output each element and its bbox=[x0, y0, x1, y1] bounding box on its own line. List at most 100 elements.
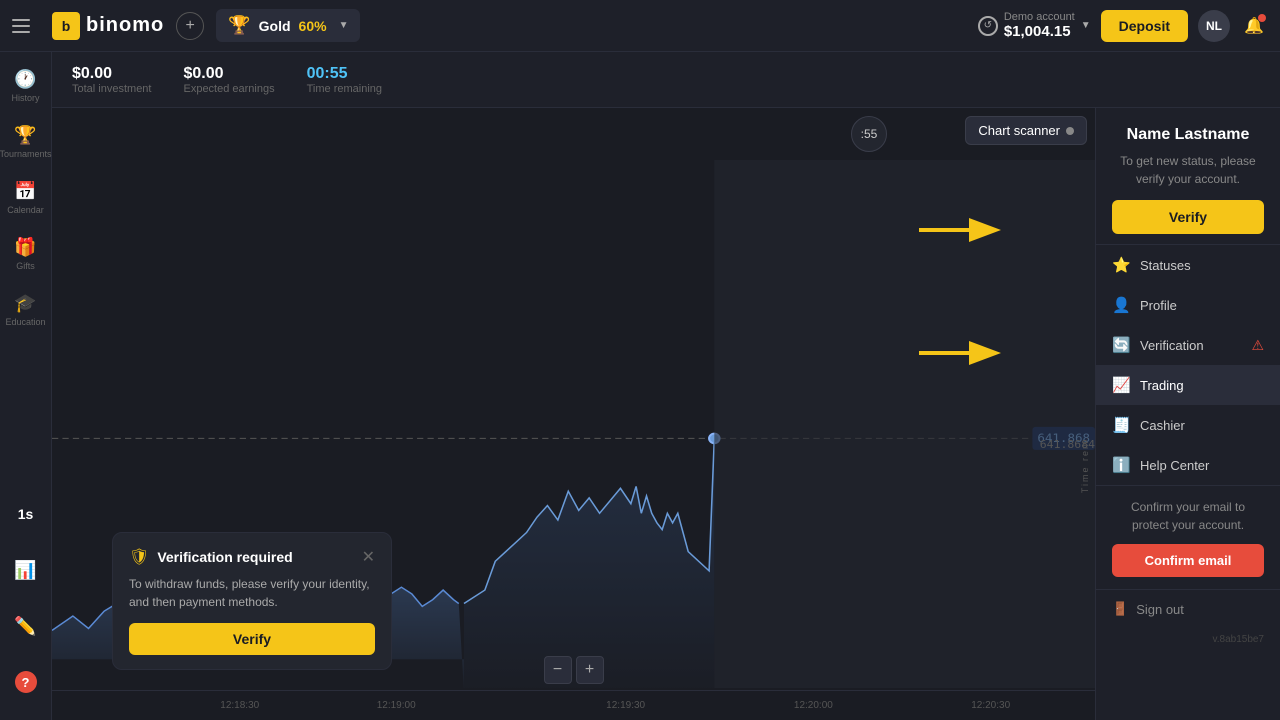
dropdown-item-cashier[interactable]: 🧾 Cashier bbox=[1096, 405, 1280, 445]
time-label-4: 12:20:00 bbox=[794, 700, 833, 711]
profile-icon: 👤 bbox=[1112, 296, 1130, 314]
indicators-button[interactable]: 📊 bbox=[4, 544, 48, 596]
profile-label: Profile bbox=[1140, 298, 1177, 313]
sidebar-label-calendar: Calendar bbox=[7, 205, 44, 215]
signout-label: Sign out bbox=[1136, 602, 1184, 617]
dropdown-item-help-center[interactable]: ℹ️ Help Center bbox=[1096, 445, 1280, 485]
dropdown-verify-button[interactable]: Verify bbox=[1112, 200, 1264, 234]
time-label-2: 12:19:00 bbox=[377, 700, 416, 711]
expected-earnings-value: $0.00 bbox=[183, 65, 274, 83]
time-label-3: 12:19:30 bbox=[606, 700, 645, 711]
avatar[interactable]: NL bbox=[1198, 10, 1230, 42]
dropdown-username: Name Lastname bbox=[1112, 126, 1264, 144]
email-section-text: Confirm your email to protect your accou… bbox=[1112, 498, 1264, 534]
account-amount: $1,004.15 bbox=[1004, 23, 1075, 40]
signout-icon: 🚪 bbox=[1112, 601, 1128, 617]
arrow-top bbox=[915, 213, 1005, 252]
warning-icon: ⚠ bbox=[1251, 337, 1264, 354]
dropdown-item-profile[interactable]: 👤 Profile bbox=[1096, 285, 1280, 325]
trophy-icon: 🏆 bbox=[14, 125, 36, 146]
email-section: Confirm your email to protect your accou… bbox=[1096, 485, 1280, 589]
total-investment-label: Total investment bbox=[72, 83, 151, 95]
demo-icon: ↺ bbox=[978, 16, 998, 36]
trading-label: Trading bbox=[1140, 378, 1184, 393]
asset-name: Gold bbox=[259, 18, 291, 34]
stat-time-remaining: 00:55 Time remaining bbox=[307, 65, 382, 95]
dropdown-item-statuses[interactable]: ⭐ Statuses bbox=[1096, 245, 1280, 285]
time-axis: 12:18:30 12:19:00 12:19:30 12:20:00 12:2… bbox=[52, 690, 1095, 720]
notifications-button[interactable]: 🔔 bbox=[1240, 12, 1268, 40]
chart-bar-icon: 📊 bbox=[14, 560, 36, 581]
stat-expected-earnings: $0.00 Expected earnings bbox=[183, 65, 274, 95]
chart-scanner-label: Chart scanner bbox=[978, 123, 1060, 138]
stat-total-investment: $0.00 Total investment bbox=[72, 65, 151, 95]
drawing-tools-button[interactable]: ✏️ bbox=[4, 600, 48, 652]
main-layout: 🕐 History 🏆 Tournaments 📅 Calendar 🎁 Gif… bbox=[0, 52, 1280, 720]
top-navigation: b binomo + 🏆 Gold 60% ▼ ↺ Demo account $… bbox=[0, 0, 1280, 52]
time-label-1: 12:18:30 bbox=[220, 700, 259, 711]
zoom-controls: − + bbox=[544, 656, 604, 684]
trading-icon: 📈 bbox=[1112, 376, 1130, 394]
left-sidebar: 🕐 History 🏆 Tournaments 📅 Calendar 🎁 Gif… bbox=[0, 52, 52, 720]
cashier-label: Cashier bbox=[1140, 418, 1185, 433]
chevron-down-icon-account: ▼ bbox=[1081, 20, 1091, 31]
arrow-bottom bbox=[915, 336, 1005, 375]
asset-icon: 🏆 bbox=[228, 15, 250, 36]
toast-header: 🛡 Verification required ✕ bbox=[129, 547, 375, 567]
chart-scanner-button[interactable]: Chart scanner bbox=[965, 116, 1087, 145]
notification-badge bbox=[1258, 14, 1266, 22]
chart-scanner-dot bbox=[1066, 127, 1074, 135]
timeframe-label: 1s bbox=[18, 506, 34, 522]
gift-icon: 🎁 bbox=[14, 237, 36, 258]
logo-text: binomo bbox=[86, 14, 164, 37]
sidebar-label-history: History bbox=[11, 93, 39, 103]
deposit-button[interactable]: Deposit bbox=[1101, 10, 1188, 42]
dropdown-item-verification[interactable]: 🔄 Verification ⚠ bbox=[1096, 325, 1280, 365]
asset-selector[interactable]: 🏆 Gold 60% ▼ bbox=[216, 9, 360, 42]
sidebar-item-history[interactable]: 🕐 History bbox=[4, 60, 48, 112]
sidebar-item-gifts[interactable]: 🎁 Gifts bbox=[4, 228, 48, 280]
sidebar-item-calendar[interactable]: 📅 Calendar bbox=[4, 172, 48, 224]
chart-area: Chart scanner :55 bbox=[52, 108, 1095, 720]
sidebar-item-tournaments[interactable]: 🏆 Tournaments bbox=[4, 116, 48, 168]
chart-and-menu: $0.00 Total investment $0.00 Expected ea… bbox=[52, 52, 1280, 720]
add-tab-button[interactable]: + bbox=[176, 12, 204, 40]
sidebar-label-tournaments: Tournaments bbox=[0, 149, 52, 159]
sign-out-button[interactable]: 🚪 Sign out bbox=[1096, 589, 1280, 628]
dropdown-item-trading[interactable]: 📈 Trading bbox=[1096, 365, 1280, 405]
stats-bar: $0.00 Total investment $0.00 Expected ea… bbox=[52, 52, 1280, 108]
sidebar-label-education: Education bbox=[5, 317, 45, 327]
chevron-down-icon: ▼ bbox=[339, 20, 349, 31]
zoom-out-button[interactable]: − bbox=[544, 656, 572, 684]
help-center-label: Help Center bbox=[1140, 458, 1209, 473]
chart-scanner-wrapper: Chart scanner bbox=[965, 116, 1087, 145]
account-label: Demo account bbox=[1004, 11, 1075, 23]
toast-close-button[interactable]: ✕ bbox=[362, 547, 375, 567]
statuses-icon: ⭐ bbox=[1112, 256, 1130, 274]
dropdown-user-section: Name Lastname To get new status, please … bbox=[1096, 108, 1280, 245]
toast-verify-button[interactable]: Verify bbox=[129, 623, 375, 655]
expected-earnings-label: Expected earnings bbox=[183, 83, 274, 95]
sidebar-label-gifts: Gifts bbox=[16, 261, 35, 271]
time-label-5: 12:20:30 bbox=[971, 700, 1010, 711]
logo: b binomo bbox=[52, 12, 164, 40]
question-icon: ? bbox=[15, 671, 37, 693]
chart-panel-row: Chart scanner :55 bbox=[52, 108, 1280, 720]
asset-percent: 60% bbox=[299, 18, 327, 34]
help-button[interactable]: ? bbox=[4, 656, 48, 708]
sidebar-item-education[interactable]: 🎓 Education bbox=[4, 284, 48, 336]
statuses-label: Statuses bbox=[1140, 258, 1191, 273]
time-remaining-label: Time remaining bbox=[307, 83, 382, 95]
demo-account[interactable]: ↺ Demo account $1,004.15 ▼ bbox=[978, 11, 1091, 40]
verification-toast: 🛡 Verification required ✕ To withdraw fu… bbox=[112, 532, 392, 670]
confirm-email-button[interactable]: Confirm email bbox=[1112, 544, 1264, 577]
menu-button[interactable] bbox=[12, 10, 44, 42]
pencil-icon: ✏️ bbox=[14, 616, 36, 637]
timeframe-selector[interactable]: 1s bbox=[4, 488, 48, 540]
education-icon: 🎓 bbox=[14, 293, 36, 314]
zoom-in-button[interactable]: + bbox=[576, 656, 604, 684]
toast-body: To withdraw funds, please verify your id… bbox=[129, 575, 375, 611]
time-axis-label: Time rem. bbox=[1077, 208, 1093, 720]
nav-right: ↺ Demo account $1,004.15 ▼ Deposit NL 🔔 bbox=[978, 10, 1268, 42]
verification-label: Verification bbox=[1140, 338, 1204, 353]
